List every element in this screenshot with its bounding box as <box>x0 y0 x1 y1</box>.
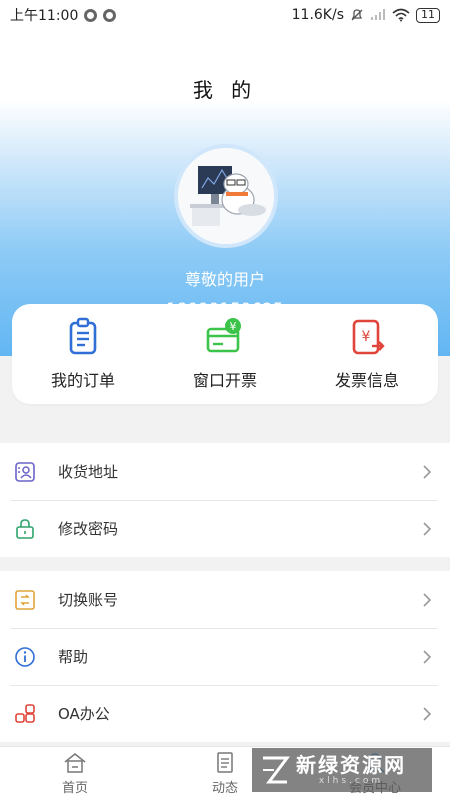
menu-item-label: 帮助 <box>58 648 89 666</box>
chevron-right-icon <box>423 649 432 664</box>
page-title: 我 的 <box>192 78 258 102</box>
news-icon <box>217 752 233 773</box>
clipboard-icon <box>69 317 97 355</box>
notification-dot-icon <box>84 8 98 22</box>
watermark-text: 新绿资源网 <box>296 753 406 777</box>
menu-item-label: 修改密码 <box>58 520 119 538</box>
menu-item-label: OA办公 <box>58 705 110 723</box>
tab-label: 首页 <box>61 781 88 796</box>
menu-item-change-password[interactable]: 修改密码 <box>0 500 450 557</box>
svg-text:¥: ¥ <box>230 320 237 333</box>
chevron-right-icon <box>423 706 432 721</box>
menu-group-account: 收货地址 修改密码 <box>0 443 450 557</box>
network-speed: 11.6K/s <box>291 7 344 23</box>
my-orders-label: 我的订单 <box>50 371 115 390</box>
menu-item-help[interactable]: 帮助 <box>0 628 450 685</box>
battery-icon: 11 <box>416 7 440 23</box>
oa-icon <box>14 703 36 725</box>
menu-item-address[interactable]: 收货地址 <box>0 443 450 500</box>
info-icon <box>14 646 36 668</box>
status-bar: 上午11:00 11.6K/s 11 <box>0 0 450 30</box>
address-icon <box>14 461 36 483</box>
avatar-illustration-icon <box>178 148 274 244</box>
tab-label: 动态 <box>211 781 238 796</box>
yen-invoice-icon: ¥ <box>352 319 385 355</box>
switch-account-icon <box>14 589 36 611</box>
menu-item-oa[interactable]: OA办公 <box>0 685 450 742</box>
watermark: 新绿资源网 xlhs.com <box>252 748 432 792</box>
my-orders-button[interactable]: 我的订单 <box>18 317 148 391</box>
window-invoicing-button[interactable]: ¥ 窗口开票 <box>160 317 290 391</box>
watermark-text-block: 新绿资源网 xlhs.com <box>296 754 406 786</box>
menu-item-label: 切换账号 <box>58 591 119 609</box>
menu-item-label: 收货地址 <box>58 463 119 481</box>
yen-card-icon: ¥ <box>206 318 241 353</box>
menu-group-misc: 切换账号 帮助 OA办公 <box>0 571 450 742</box>
invoice-info-label: 发票信息 <box>334 371 399 390</box>
invoice-info-button[interactable]: ¥ 发票信息 <box>302 317 432 391</box>
tab-home[interactable]: 首页 <box>0 747 150 800</box>
quick-actions-card: 我的订单 ¥ 窗口开票 ¥ 发票信息 <box>12 304 438 404</box>
wifi-icon <box>392 8 410 22</box>
watermark-logo-icon <box>263 756 290 784</box>
chevron-right-icon <box>423 464 432 479</box>
lock-icon <box>14 518 36 540</box>
status-right: 11.6K/s 11 <box>292 7 440 23</box>
mute-icon <box>351 9 363 21</box>
status-time: 上午11:00 <box>10 8 79 24</box>
watermark-sub: xlhs.com <box>318 776 384 786</box>
menu-item-switch-account[interactable]: 切换账号 <box>0 571 450 628</box>
status-left: 上午11:00 <box>10 5 117 25</box>
chevron-right-icon <box>423 592 432 607</box>
chevron-right-icon <box>423 521 432 536</box>
signal-icon <box>371 9 385 20</box>
username: 尊敬的用户 <box>184 270 265 289</box>
svg-text:¥: ¥ <box>362 329 371 345</box>
notification-dot-icon <box>103 8 117 22</box>
avatar[interactable] <box>174 144 278 248</box>
home-icon <box>64 753 86 773</box>
window-invoicing-label: 窗口开票 <box>192 371 257 390</box>
